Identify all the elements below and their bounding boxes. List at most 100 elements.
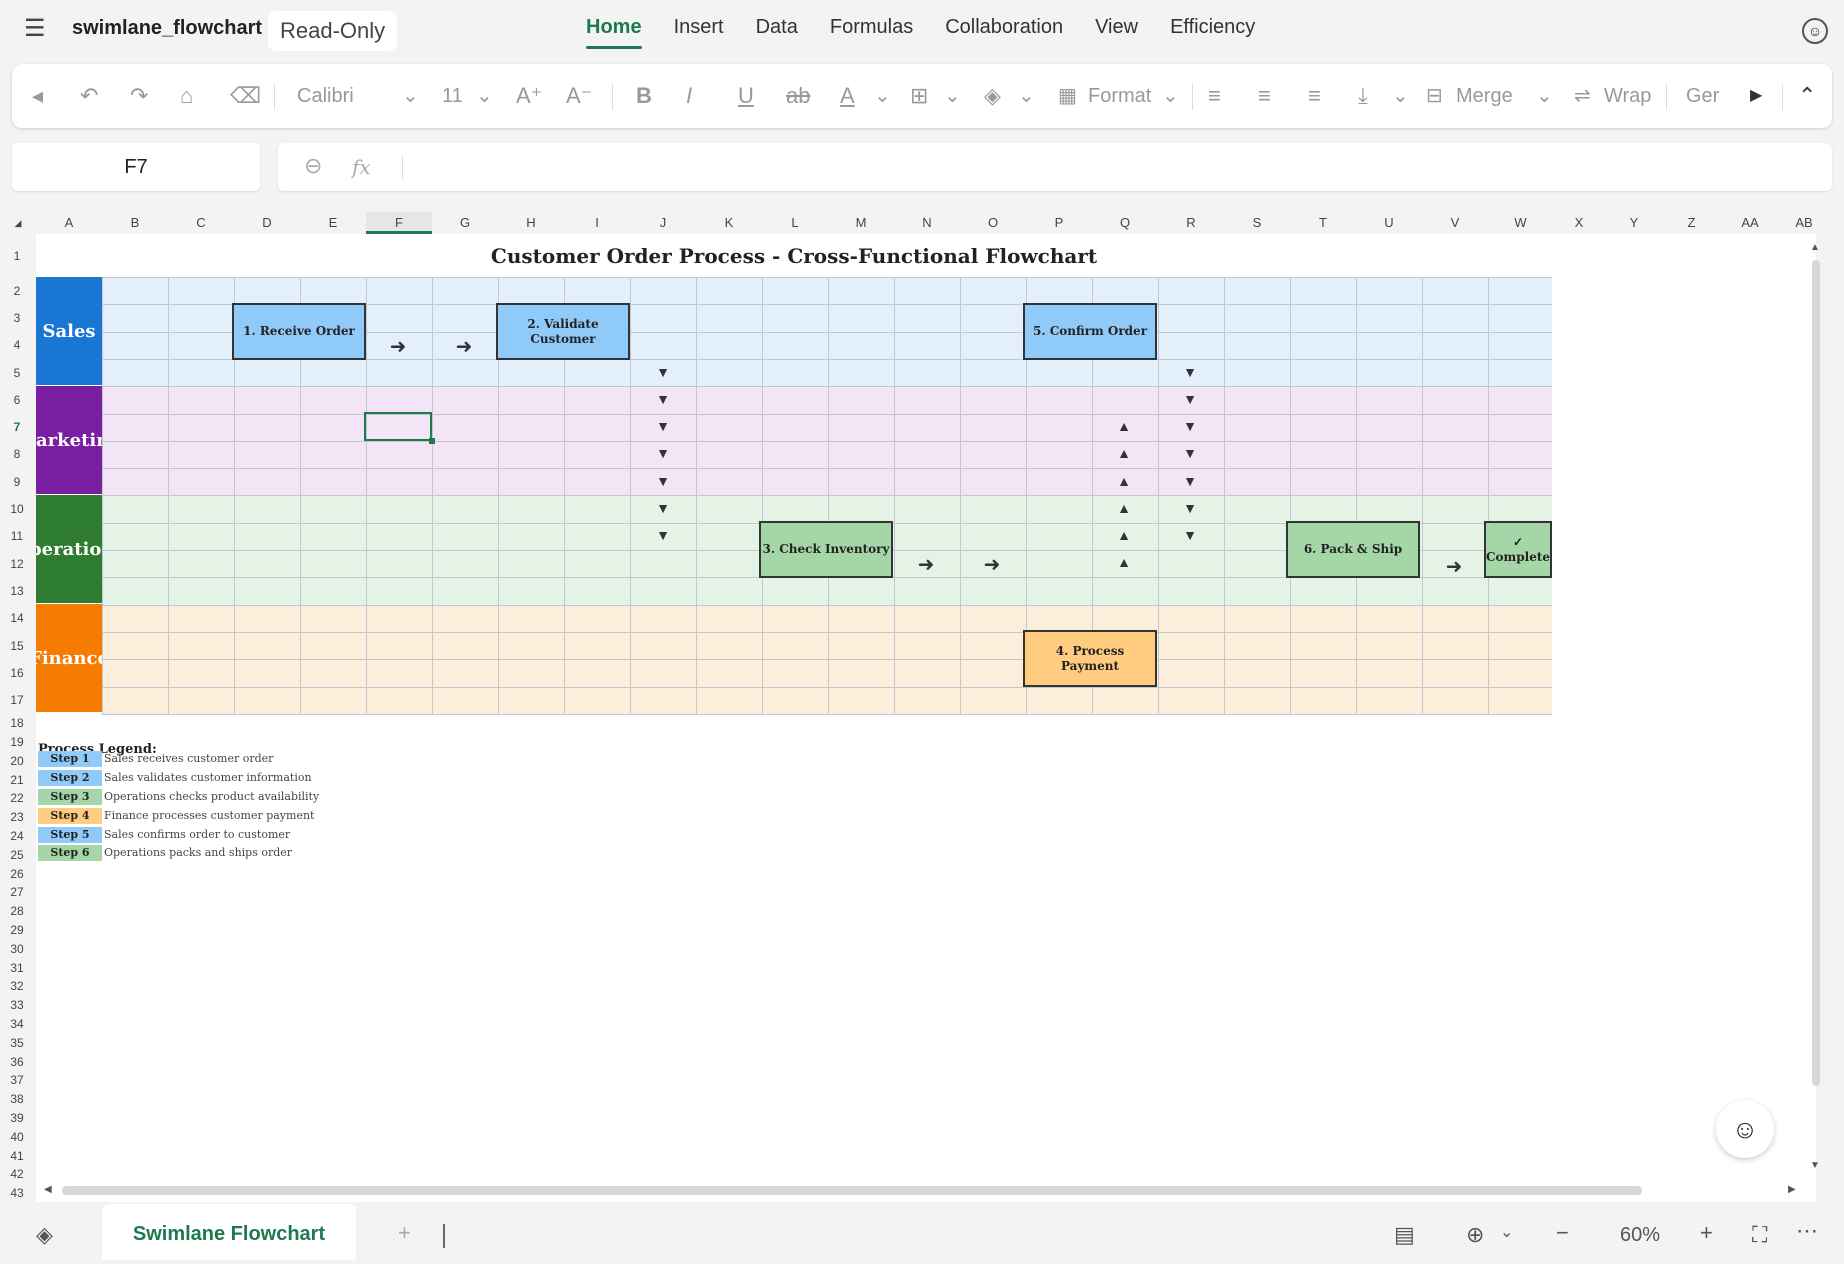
zoom-out-icon[interactable]: − xyxy=(1556,1220,1569,1246)
row-header[interactable]: 29 xyxy=(0,923,34,937)
format-chevron-icon[interactable]: ⌄ xyxy=(1162,82,1179,110)
collapse-ribbon-icon[interactable]: ⌃ xyxy=(1798,82,1816,110)
step-confirm-order[interactable]: 5. Confirm Order xyxy=(1023,303,1157,360)
collapse-left-icon[interactable]: ◂ xyxy=(32,82,43,110)
row-header[interactable]: 14 xyxy=(0,611,34,625)
column-header[interactable]: K xyxy=(696,212,762,234)
sheets-list-icon[interactable]: ◈ xyxy=(36,1222,53,1248)
row-header[interactable]: 6 xyxy=(0,393,34,407)
number-format-select[interactable]: Ger xyxy=(1686,82,1719,110)
row-header[interactable]: 31 xyxy=(0,961,34,975)
column-header[interactable]: V xyxy=(1422,212,1488,234)
row-header[interactable]: 38 xyxy=(0,1092,34,1106)
column-header[interactable]: C xyxy=(168,212,234,234)
row-header[interactable]: 9 xyxy=(0,475,34,489)
row-header[interactable]: 20 xyxy=(0,754,34,768)
column-header[interactable]: S xyxy=(1224,212,1290,234)
more-options-icon[interactable]: ⋯ xyxy=(1796,1218,1818,1244)
assistant-bubble-icon[interactable]: ☺ xyxy=(1716,1100,1774,1158)
eraser-icon[interactable]: ⌫ xyxy=(230,82,261,110)
fullscreen-icon[interactable]: ⛶ xyxy=(1752,1222,1767,1248)
active-cell-selection[interactable] xyxy=(364,412,432,441)
row-header[interactable]: 16 xyxy=(0,666,34,680)
column-header[interactable]: I xyxy=(564,212,630,234)
format-button[interactable]: Format xyxy=(1088,82,1151,110)
column-header[interactable]: U xyxy=(1356,212,1422,234)
zoom-level[interactable]: 60% xyxy=(1620,1224,1660,1247)
row-header[interactable]: 11 xyxy=(0,529,34,543)
bold-icon[interactable]: B xyxy=(636,82,652,110)
redo-icon[interactable]: ↷ xyxy=(130,82,148,110)
step-validate-customer[interactable]: 2. Validate Customer xyxy=(496,303,630,360)
row-header[interactable]: 1 xyxy=(0,249,34,263)
row-header[interactable]: 8 xyxy=(0,447,34,461)
fill-color-icon[interactable]: ◈ xyxy=(984,82,1001,110)
underline-icon[interactable]: U xyxy=(738,82,754,110)
select-all-corner-icon[interactable]: ◢ xyxy=(8,212,28,234)
row-header[interactable]: 35 xyxy=(0,1036,34,1050)
column-header[interactable]: M xyxy=(828,212,894,234)
merge-chevron-icon[interactable]: ⌄ xyxy=(1536,82,1553,110)
column-header[interactable]: Y xyxy=(1605,212,1663,234)
tab-insert[interactable]: Insert xyxy=(674,16,724,49)
formula-bar[interactable]: ⊖ fx xyxy=(278,143,1832,191)
column-header[interactable]: R xyxy=(1158,212,1224,234)
column-header[interactable]: G xyxy=(432,212,498,234)
increase-font-icon[interactable]: A⁺ xyxy=(516,82,542,110)
row-header[interactable]: 30 xyxy=(0,942,34,956)
row-header[interactable]: 41 xyxy=(0,1149,34,1163)
fill-handle[interactable] xyxy=(429,438,435,444)
row-header[interactable]: 3 xyxy=(0,311,34,325)
borders-chevron-icon[interactable]: ⌄ xyxy=(944,82,961,110)
column-header[interactable]: P xyxy=(1026,212,1092,234)
sheet-tab-swimlane-flowchart[interactable]: Swimlane Flowchart xyxy=(102,1204,356,1260)
scroll-right-icon[interactable]: ▶ xyxy=(1788,1184,1796,1195)
font-size-select[interactable]: 11 xyxy=(442,82,463,110)
column-header[interactable]: J xyxy=(630,212,696,234)
assistant-icon[interactable]: ☺ xyxy=(1802,18,1828,44)
sheet-grid[interactable]: Customer Order Process - Cross-Functiona… xyxy=(36,234,1816,1202)
hamburger-menu-icon[interactable]: ☰ xyxy=(24,17,50,41)
row-header[interactable]: 18 xyxy=(0,716,34,730)
column-header[interactable]: T xyxy=(1290,212,1356,234)
add-sheet-icon[interactable]: + xyxy=(398,1220,411,1246)
font-chevron-icon[interactable]: ⌄ xyxy=(402,82,419,110)
tab-view[interactable]: View xyxy=(1095,16,1138,49)
font-family-select[interactable]: Calibri xyxy=(297,82,354,110)
formula-search-icon[interactable]: ⊖ xyxy=(304,153,322,179)
name-box[interactable]: F7 xyxy=(12,143,260,191)
row-header[interactable]: 21 xyxy=(0,773,34,787)
step-complete[interactable]: ✓ Complete xyxy=(1484,521,1552,578)
row-header[interactable]: 12 xyxy=(0,557,34,571)
row-header[interactable]: 33 xyxy=(0,998,34,1012)
scroll-left-icon[interactable]: ◀ xyxy=(44,1184,52,1195)
merge-icon[interactable]: ⊟ xyxy=(1426,82,1443,110)
column-header[interactable]: D xyxy=(234,212,300,234)
row-header[interactable]: 25 xyxy=(0,848,34,862)
column-header[interactable]: AA xyxy=(1720,212,1780,234)
row-header[interactable]: 4 xyxy=(0,338,34,352)
column-header[interactable]: X xyxy=(1553,212,1605,234)
step-pack-ship[interactable]: 6. Pack & Ship xyxy=(1286,521,1420,578)
italic-icon[interactable]: I xyxy=(686,82,692,110)
size-chevron-icon[interactable]: ⌄ xyxy=(476,82,493,110)
row-header[interactable]: 15 xyxy=(0,639,34,653)
row-header[interactable]: 43 xyxy=(0,1186,34,1200)
row-header[interactable]: 37 xyxy=(0,1073,34,1087)
step-receive-order[interactable]: 1. Receive Order xyxy=(232,303,366,360)
column-header[interactable]: AB xyxy=(1780,212,1828,234)
row-header[interactable]: 42 xyxy=(0,1167,34,1181)
row-header[interactable]: 22 xyxy=(0,791,34,805)
column-header[interactable]: A xyxy=(36,212,102,234)
column-header[interactable]: E xyxy=(300,212,366,234)
decrease-font-icon[interactable]: A⁻ xyxy=(566,82,592,110)
row-header[interactable]: 24 xyxy=(0,829,34,843)
row-header[interactable]: 7 xyxy=(0,420,34,434)
step-process-payment[interactable]: 4. Process Payment xyxy=(1023,630,1157,687)
row-header[interactable]: 10 xyxy=(0,502,34,516)
column-header[interactable]: B xyxy=(102,212,168,234)
column-header[interactable]: W xyxy=(1488,212,1553,234)
vertical-align-icon[interactable]: ⤓ xyxy=(1358,82,1368,110)
freeze-icon[interactable]: ⊕ xyxy=(1466,1222,1484,1248)
merge-button[interactable]: Merge xyxy=(1456,82,1513,110)
